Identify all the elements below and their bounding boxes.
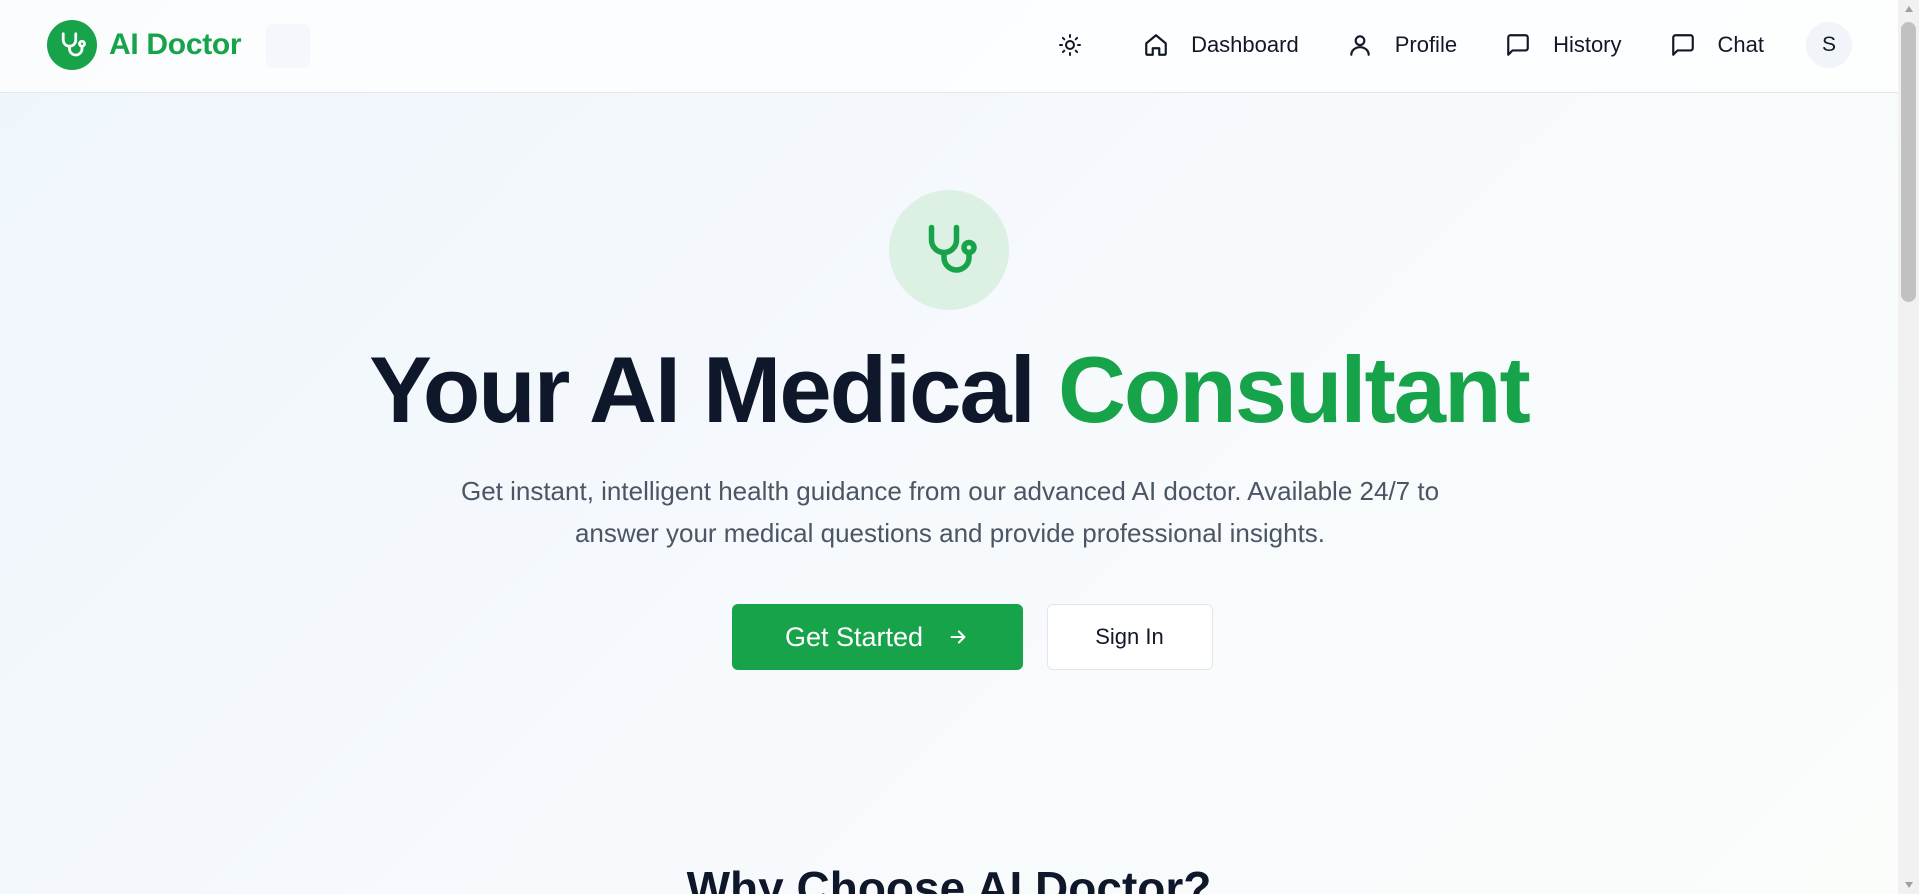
arrow-right-icon	[947, 626, 969, 648]
stethoscope-icon	[47, 20, 97, 70]
nav-profile[interactable]: Profile	[1335, 22, 1469, 68]
scroll-down-arrow-icon[interactable]	[1898, 876, 1919, 894]
theme-toggle-button[interactable]	[1047, 22, 1093, 68]
sign-in-button[interactable]: Sign In	[1046, 604, 1213, 670]
user-icon	[1347, 32, 1373, 58]
cta-row: Get Started Sign In	[0, 604, 1898, 670]
get-started-label: Get Started	[784, 621, 924, 652]
nav-label: Dashboard	[1191, 32, 1299, 57]
message-icon	[1505, 32, 1531, 58]
user-avatar[interactable]: S	[1806, 22, 1852, 68]
nav-chat[interactable]: Chat	[1658, 22, 1776, 68]
get-started-button[interactable]: Get Started	[731, 604, 1023, 670]
hero-title-accent: Consultant	[1057, 337, 1531, 442]
home-icon	[1143, 32, 1169, 58]
hero-title: Your AI Medical Consultant	[0, 335, 1898, 445]
nav-history[interactable]: History	[1493, 22, 1633, 68]
brand-name: AI Doctor	[109, 28, 242, 61]
sun-icon	[1058, 33, 1082, 57]
scroll-up-arrow-icon[interactable]	[1898, 0, 1919, 18]
scrollbar-thumb[interactable]	[1901, 22, 1916, 302]
features-title: Why Choose AI Doctor?	[686, 862, 1212, 894]
hero-subtitle: Get instant, intelligent health guidance…	[460, 476, 1440, 548]
message-icon	[1670, 32, 1696, 58]
nav-label: Profile	[1394, 32, 1458, 57]
hero-title-main: Your AI Medical	[369, 337, 1058, 442]
sign-in-label: Sign In	[1095, 624, 1164, 649]
stethoscope-icon	[889, 190, 1009, 310]
nav-label: History	[1553, 32, 1622, 57]
main-nav: Dashboard Profile History Chat S	[1047, 22, 1852, 68]
top-navbar: AI Doctor Dashboard Profile History Chat…	[0, 0, 1898, 93]
nav-label: Chat	[1717, 32, 1764, 57]
brand-link[interactable]: AI Doctor	[47, 20, 242, 70]
nav-dashboard[interactable]: Dashboard	[1131, 22, 1311, 68]
page-viewport: AI Doctor Dashboard Profile History Chat…	[0, 0, 1898, 894]
header-placeholder	[266, 24, 310, 68]
vertical-scrollbar[interactable]	[1898, 0, 1919, 894]
